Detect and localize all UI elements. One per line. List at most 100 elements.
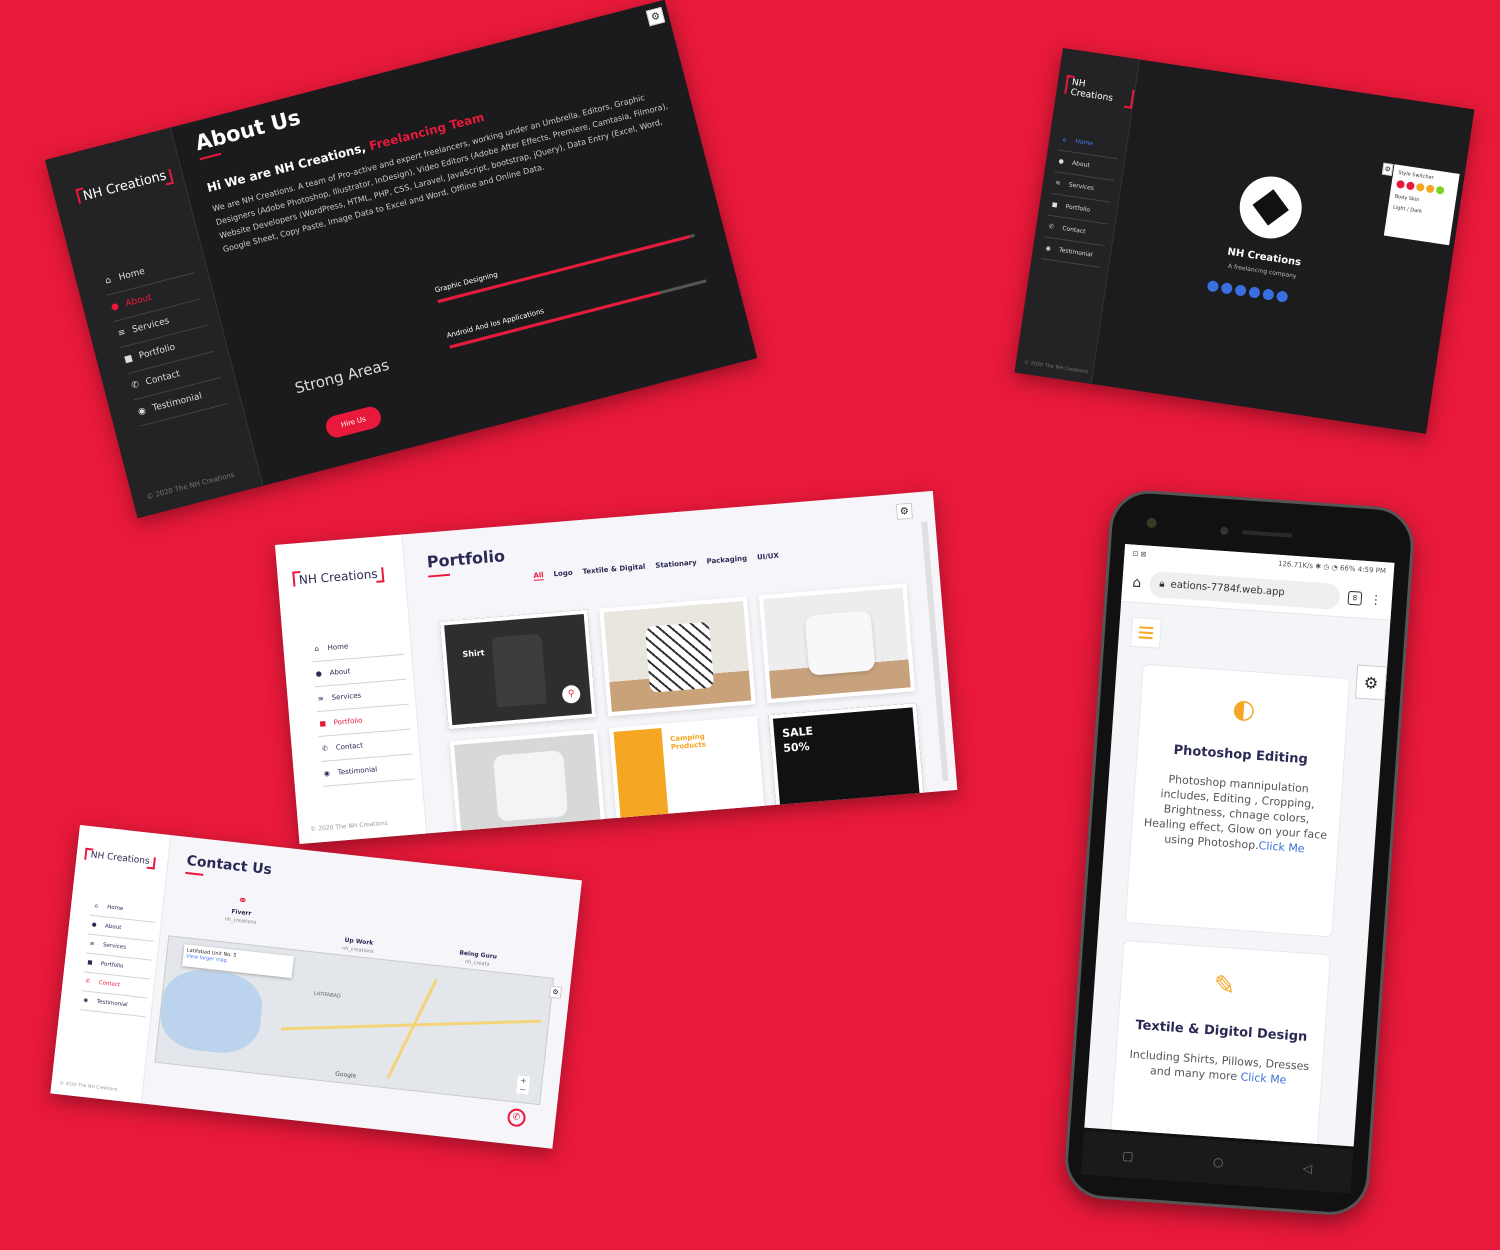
portfolio-grid: Shirt ⚲ Camping Products SALE 50% xyxy=(439,583,925,844)
briefcase-icon: ■ xyxy=(87,959,93,967)
user-icon: ● xyxy=(110,301,121,313)
home-button-icon[interactable]: ○ xyxy=(1213,1155,1224,1170)
contact-label: Fiverr xyxy=(230,908,252,918)
brand-logo[interactable]: NH Creations xyxy=(1064,75,1136,109)
color-swatch[interactable] xyxy=(1415,182,1425,192)
brand-logo[interactable]: NH Creations xyxy=(84,848,156,870)
filter-all[interactable]: All xyxy=(533,571,544,581)
social-icon[interactable] xyxy=(1275,290,1289,303)
brand-logo[interactable]: NH Creations xyxy=(75,165,174,208)
view-larger-map-link[interactable]: View larger map xyxy=(186,953,290,970)
social-icon[interactable] xyxy=(1248,286,1261,299)
recent-apps-icon[interactable]: ▢ xyxy=(1122,1148,1134,1163)
nav-label: Testimonial xyxy=(337,765,378,777)
user-icon: ● xyxy=(1058,157,1065,166)
filter-textile-digital[interactable]: Textile & Digital xyxy=(582,563,646,577)
service-text: Including Shirts, Pillows, Dresses and m… xyxy=(1125,1046,1313,1089)
sidebar: NH Creations ⌂ Home ● About ≡ Services ■ Por… xyxy=(50,825,172,1104)
social-icon[interactable] xyxy=(1262,288,1275,301)
page-title: Portfolio xyxy=(426,546,506,572)
item-caption: Shirt xyxy=(462,648,485,659)
back-icon[interactable]: ◁ xyxy=(1302,1161,1312,1176)
service-text: Photoshop mannipulation includes, Editin… xyxy=(1141,770,1332,858)
brand-logo[interactable]: NH Creations xyxy=(292,564,384,589)
shirt-image xyxy=(491,633,547,708)
nav-label: About xyxy=(329,667,351,677)
nav-label: Testimonial xyxy=(96,998,128,1009)
portfolio-item[interactable] xyxy=(449,729,607,844)
whatsapp-icon[interactable]: ✆ xyxy=(506,1107,527,1128)
settings-gear-icon[interactable]: ⚙ xyxy=(1354,664,1388,701)
click-me-link[interactable]: Click Me xyxy=(1240,1070,1287,1086)
nav-label: Portfolio xyxy=(137,342,177,362)
filter-uiux[interactable]: UI/UX xyxy=(757,552,780,563)
tabs-button[interactable]: 8 xyxy=(1347,590,1363,606)
copyright: © 2020 The NH Creations xyxy=(310,819,389,834)
nav-label: Portfolio xyxy=(100,961,124,970)
settings-gear-icon[interactable]: ⚙ xyxy=(1381,162,1394,176)
color-swatch[interactable] xyxy=(1425,184,1435,194)
list-icon: ≡ xyxy=(1054,179,1061,188)
more-menu-icon[interactable]: ⋮ xyxy=(1369,592,1382,607)
hamburger-menu-icon[interactable] xyxy=(1129,616,1162,649)
copyright: © 2020 The NH Creations xyxy=(145,470,236,502)
title-underline xyxy=(185,871,204,876)
nav-label: Services xyxy=(131,316,171,336)
filter-logo[interactable]: Logo xyxy=(553,569,573,580)
portfolio-item[interactable] xyxy=(599,596,756,717)
portfolio-item[interactable] xyxy=(758,583,916,704)
list-icon: ≡ xyxy=(317,694,325,703)
zoom-icon[interactable]: ⚲ xyxy=(561,684,581,704)
portfolio-item[interactable]: SALE 50% xyxy=(768,703,925,823)
map-river xyxy=(157,966,266,1057)
map-zone-label: LATIFABAD xyxy=(313,990,342,1000)
service-title: Photoshop Editing xyxy=(1173,742,1309,768)
click-me-link[interactable]: Click Me xyxy=(1258,839,1305,855)
sensor xyxy=(1220,526,1229,536)
skill-name: Graphic Designing xyxy=(434,270,499,295)
filter-stationary[interactable]: Stationary xyxy=(655,559,697,571)
brochure-stripe xyxy=(613,727,670,832)
skin-option[interactable]: Light / Dark xyxy=(1393,205,1449,219)
briefcase-icon: ■ xyxy=(319,719,327,728)
color-swatch[interactable] xyxy=(1435,185,1445,195)
settings-gear-icon[interactable]: ⚙ xyxy=(895,502,913,520)
address-bar[interactable]: 🔒︎ eations-7784f.web.app xyxy=(1148,570,1341,610)
color-swatch[interactable] xyxy=(1396,179,1406,189)
hire-us-button[interactable]: Hire Us xyxy=(323,404,384,440)
nav-label: Contact xyxy=(144,369,182,388)
service-card: ✎ Textile & Digitol Design Including Shi… xyxy=(1108,939,1331,1147)
skills-list: Graphic Designing Android And Ios Applic… xyxy=(434,220,714,377)
briefcase-icon: ■ xyxy=(1051,201,1059,209)
home-icon[interactable]: ⌂ xyxy=(1132,574,1142,591)
map-zoom-controls[interactable]: + − xyxy=(516,1075,531,1095)
settings-gear-icon[interactable]: ⚙ xyxy=(645,6,666,27)
skill-bar-fill xyxy=(449,291,661,349)
scrollbar[interactable] xyxy=(921,521,949,782)
paint-brush-icon: ✎ xyxy=(1212,970,1237,1002)
portfolio-screenshot: NH Creations ⌂ Home ● About ≡ Services ■ Por… xyxy=(275,490,958,844)
pillow-image xyxy=(493,750,569,822)
about-screenshot: NH Creations ⌂ Home ● About ≡ Services ■ Por… xyxy=(45,0,758,519)
portfolio-item[interactable]: Shirt ⚲ xyxy=(439,609,597,730)
social-icon[interactable] xyxy=(1206,280,1220,293)
front-camera xyxy=(1146,517,1158,529)
sidebar-nav: ⌂ Home ● About ≡ Services ■ Portfolio ✆ Conta… xyxy=(1041,128,1121,269)
title-underline xyxy=(428,573,451,578)
color-swatch[interactable] xyxy=(1405,181,1415,191)
sidebar-nav: ⌂ Home ● About ≡ Services ■ Portfolio ✆ Conta… xyxy=(310,629,415,787)
sidebar: NH Creations ⌂ Home ● About ≡ Services ■ Por… xyxy=(1014,48,1141,384)
profile-avatar xyxy=(1235,172,1306,243)
contact-info-fiverr[interactable]: ⚭ Fiverr nh_creations xyxy=(200,889,283,929)
settings-gear-icon[interactable]: ⚙ xyxy=(548,985,563,999)
service-description: Photoshop mannipulation includes, Editin… xyxy=(1143,772,1328,853)
social-links xyxy=(1206,280,1289,303)
social-icon[interactable] xyxy=(1234,284,1247,297)
social-icon[interactable] xyxy=(1220,282,1234,295)
comments-icon: ◉ xyxy=(137,405,148,418)
filter-packaging[interactable]: Packaging xyxy=(706,554,747,566)
nav-label: Home xyxy=(1074,137,1094,148)
phone-icon: ✆ xyxy=(321,744,329,753)
nav-label: Contact xyxy=(335,741,364,752)
portfolio-item[interactable]: Camping Products xyxy=(609,716,766,836)
